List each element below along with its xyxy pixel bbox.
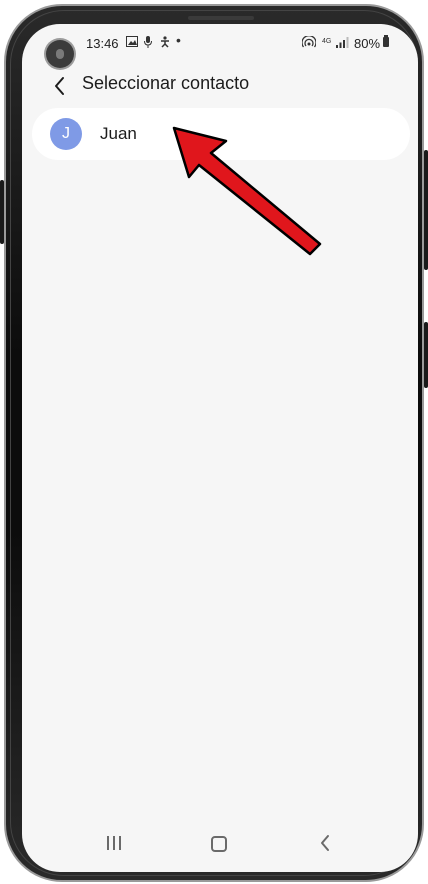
gallery-icon: [126, 36, 138, 51]
contact-name: Juan: [100, 124, 137, 143]
microphone-icon: [144, 36, 152, 52]
navigation-bar: [22, 830, 418, 860]
home-icon[interactable]: [211, 836, 227, 852]
phone-frame: 13:46 • 4G 80% Seleccionar contacto J Ju…: [4, 4, 424, 882]
battery-icon: [383, 35, 389, 47]
front-camera: [46, 40, 74, 68]
back-button[interactable]: [50, 74, 70, 98]
signal-icon: [336, 36, 350, 52]
status-time: 13:46: [86, 36, 119, 51]
back-icon[interactable]: [318, 834, 332, 852]
accessibility-icon: [159, 36, 171, 52]
contact-item-juan[interactable]: J Juan: [32, 108, 410, 160]
hotspot-icon: [301, 35, 317, 52]
avatar: J: [50, 118, 82, 150]
battery-percent: 80%: [354, 36, 381, 51]
page-title: Seleccionar contacto: [82, 73, 250, 93]
screen: 13:46 • 4G 80% Seleccionar contacto J Ju…: [22, 24, 418, 872]
power-button: [424, 150, 428, 270]
volume-button: [0, 180, 4, 244]
status-bar: 13:46 • 4G 80%: [22, 24, 418, 68]
network-type: 4G: [322, 38, 332, 45]
notification-dot-icon: •: [176, 32, 181, 48]
chevron-left-icon: [55, 77, 64, 95]
bixby-button: [424, 322, 428, 388]
recents-icon[interactable]: [107, 836, 121, 850]
app-header: Seleccionar contacto: [22, 68, 418, 108]
earpiece-slot: [188, 16, 254, 20]
